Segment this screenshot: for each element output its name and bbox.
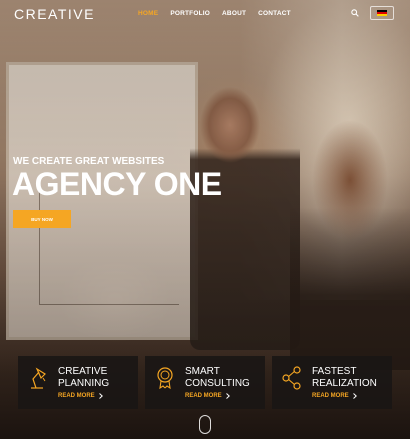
chevron-right-icon bbox=[98, 393, 103, 399]
site-header: CREATIVE HOME PORTFOLIO ABOUT CONTACT bbox=[0, 0, 410, 28]
read-more-label: READ MORE bbox=[58, 393, 95, 399]
read-more-label: READ MORE bbox=[185, 393, 222, 399]
feature-title: CREATIVE PLANNING bbox=[58, 366, 109, 389]
language-selector[interactable] bbox=[370, 6, 394, 20]
read-more-link[interactable]: READ MORE bbox=[312, 393, 357, 399]
share-nodes-icon bbox=[282, 366, 301, 390]
site-logo[interactable]: CREATIVE bbox=[14, 6, 95, 22]
read-more-label: READ MORE bbox=[312, 393, 349, 399]
feature-title: FASTEST REALIZATION bbox=[312, 366, 377, 389]
feature-card-smart-consulting: SMART CONSULTING READ MORE bbox=[145, 356, 265, 409]
nav-about[interactable]: ABOUT bbox=[222, 10, 246, 17]
feature-title-line2: CONSULTING bbox=[185, 377, 250, 389]
nav-portfolio[interactable]: PORTFOLIO bbox=[170, 10, 210, 17]
search-icon[interactable] bbox=[351, 9, 359, 17]
feature-card-creative-planning: CREATIVE PLANNING READ MORE bbox=[18, 356, 138, 409]
lamp-icon bbox=[31, 367, 46, 389]
feature-title-line1: CREATIVE bbox=[58, 366, 108, 377]
feature-title-line1: SMART bbox=[185, 366, 220, 377]
chevron-right-icon bbox=[225, 393, 230, 399]
nav-contact[interactable]: CONTACT bbox=[258, 10, 291, 17]
scroll-down-indicator[interactable] bbox=[199, 415, 211, 434]
hero-headline: AGENCY ONE bbox=[12, 166, 222, 202]
read-more-link[interactable]: READ MORE bbox=[185, 393, 230, 399]
feature-title-line2: REALIZATION bbox=[312, 377, 377, 389]
nav-home[interactable]: HOME bbox=[138, 10, 158, 17]
feature-title-line2: PLANNING bbox=[58, 377, 110, 389]
main-nav: HOME PORTFOLIO ABOUT CONTACT bbox=[138, 10, 291, 17]
feature-card-fastest-realization: FASTEST REALIZATION READ MORE bbox=[272, 356, 392, 409]
feature-title: SMART CONSULTING bbox=[185, 366, 250, 389]
feature-title-line1: FASTEST bbox=[312, 366, 357, 377]
buy-now-button[interactable]: BUY NOW bbox=[13, 210, 71, 228]
germany-flag-icon bbox=[377, 10, 387, 16]
chevron-right-icon bbox=[352, 393, 357, 399]
read-more-link[interactable]: READ MORE bbox=[58, 393, 103, 399]
award-ribbon-icon bbox=[157, 367, 173, 390]
